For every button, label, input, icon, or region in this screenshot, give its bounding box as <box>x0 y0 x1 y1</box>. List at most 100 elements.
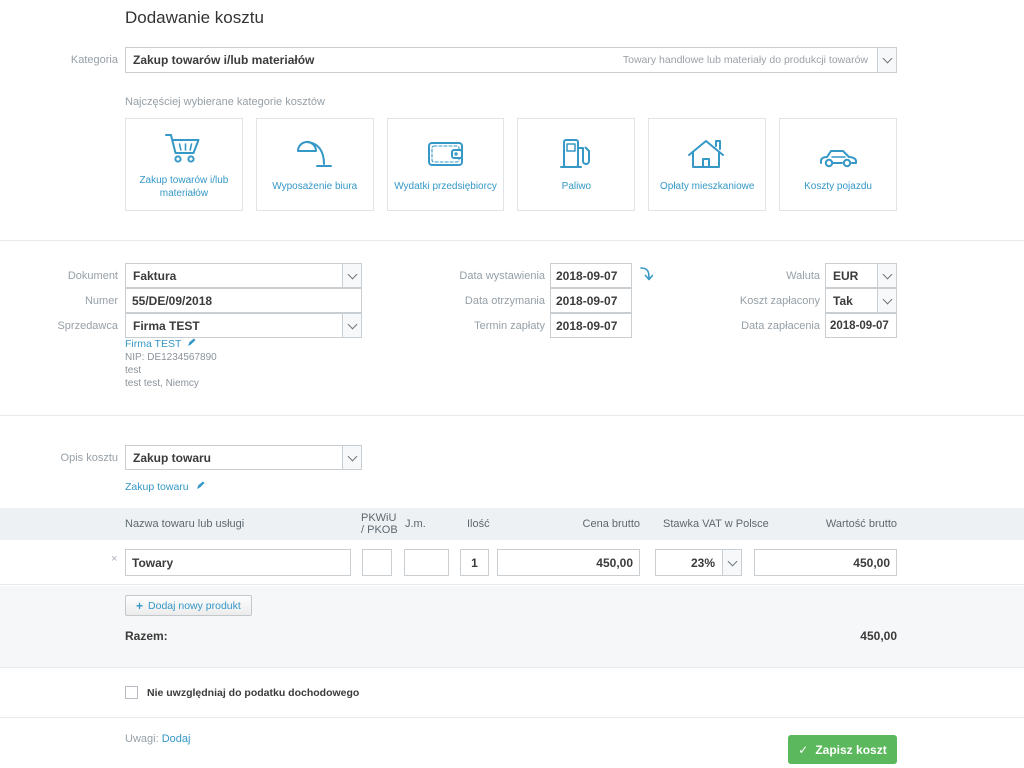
koszt-zaplacony-select-value: Tak <box>826 294 877 308</box>
add-cost-page: Dodawanie kosztu Kategoria Zakup towarów… <box>0 0 1024 768</box>
fuel-pump-icon <box>554 135 598 173</box>
opis-kosztu-select-value: Zakup towaru <box>126 451 342 465</box>
chevron-down-icon[interactable] <box>877 264 896 287</box>
dokument-label: Dokument <box>8 270 118 282</box>
edit-pencil-icon[interactable] <box>187 338 196 347</box>
category-card-label: Koszty pojazdu <box>804 180 872 194</box>
category-card-label: Wydatki przedsiębiorcy <box>394 180 497 194</box>
check-icon: ✓ <box>798 743 808 757</box>
opis-kosztu-label: Opis kosztu <box>8 452 118 464</box>
seller-nip: NIP: DE1234567890 <box>125 351 217 364</box>
chevron-down-icon[interactable] <box>877 289 896 312</box>
cart-icon <box>162 129 206 167</box>
divider <box>0 240 1024 241</box>
header-nazwa: Nazwa towaru lub usługi <box>125 518 244 530</box>
seller-name-link[interactable]: Firma TEST <box>125 338 181 350</box>
uwagi-dodaj-link[interactable]: Dodaj <box>162 733 191 745</box>
sprzedawca-select-value: Firma TEST <box>126 319 342 333</box>
add-product-button-label: Dodaj nowy produkt <box>148 600 241 612</box>
header-jm: J.m. <box>405 518 426 530</box>
data-otrzymania-input[interactable] <box>550 288 632 313</box>
razem-value: 450,00 <box>860 629 897 643</box>
header-cena-brutto: Cena brutto <box>583 518 640 530</box>
category-card-wydatki-przedsiebiorcy[interactable]: Wydatki przedsiębiorcy <box>387 118 505 211</box>
chevron-down-icon[interactable] <box>722 550 741 575</box>
divider <box>0 717 1024 718</box>
data-wystawienia-input[interactable] <box>550 263 632 288</box>
products-summary-band: + Dodaj nowy produkt Razem: 450,00 <box>0 586 1024 668</box>
category-card-label: Paliwo <box>562 180 591 194</box>
seller-address-line2: test test, Niemcy <box>125 377 217 390</box>
chevron-down-icon[interactable] <box>342 264 361 287</box>
product-cena-input[interactable] <box>497 549 640 576</box>
lamp-icon <box>293 135 337 173</box>
seller-address-line1: test <box>125 364 217 377</box>
edit-pencil-icon[interactable] <box>196 481 205 490</box>
copy-dates-icon[interactable] <box>639 266 653 288</box>
koszt-zaplacony-label: Koszt zapłacony <box>710 295 820 307</box>
product-vat-select[interactable]: 23% <box>655 549 742 576</box>
category-card-label: Zakup towarów i/lub materiałów <box>130 174 238 201</box>
header-pkwiu: PKWiU / PKOB <box>361 512 398 536</box>
save-cost-button-label: Zapisz koszt <box>815 743 886 757</box>
category-card-label: Wyposażenie biura <box>272 180 357 194</box>
save-cost-button[interactable]: ✓ Zapisz koszt <box>788 735 897 764</box>
chevron-down-icon[interactable] <box>877 48 896 72</box>
waluta-select-value: EUR <box>826 269 877 283</box>
category-card-paliwo[interactable]: Paliwo <box>517 118 635 211</box>
category-card-wyposazenie-biura[interactable]: Wyposażenie biura <box>256 118 374 211</box>
data-otrzymania-label: Data otrzymania <box>435 295 545 307</box>
header-wartosc-brutto: Wartość brutto <box>826 518 897 530</box>
opis-kosztu-link[interactable]: Zakup towaru <box>125 481 189 493</box>
product-jm-input[interactable] <box>404 549 449 576</box>
product-pkwiu-input[interactable] <box>362 549 392 576</box>
waluta-select[interactable]: EUR <box>825 263 897 288</box>
wallet-icon <box>424 135 468 173</box>
dokument-select[interactable]: Faktura <box>125 263 362 288</box>
remove-row-icon[interactable]: × <box>111 553 117 565</box>
quick-categories-label: Najczęściej wybierane kategorie kosztów <box>125 96 325 108</box>
termin-zaplaty-input[interactable] <box>550 313 632 338</box>
category-card-zakup-towarow[interactable]: Zakup towarów i/lub materiałów <box>125 118 243 211</box>
products-table-header: Nazwa towaru lub usługi PKWiU / PKOB J.m… <box>0 508 1024 540</box>
chevron-down-icon[interactable] <box>342 446 361 469</box>
house-icon <box>685 135 729 173</box>
product-ilosc-input[interactable] <box>460 549 489 576</box>
chevron-down-icon[interactable] <box>342 314 361 337</box>
razem-label: Razem: <box>125 629 168 643</box>
data-zaplacenia-label: Data zapłacenia <box>710 320 820 332</box>
product-row: × 23% <box>0 540 1024 585</box>
header-ilosc: Ilość <box>467 518 490 530</box>
sprzedawca-label: Sprzedawca <box>8 320 118 332</box>
koszt-zaplacony-select[interactable]: Tak <box>825 288 897 313</box>
income-tax-checkbox-label: Nie uwzględniaj do podatku dochodowego <box>147 687 359 699</box>
dokument-select-value: Faktura <box>126 269 342 283</box>
product-name-input[interactable] <box>125 549 351 576</box>
termin-zaplaty-label: Termin zapłaty <box>435 320 545 332</box>
category-card-oplaty-mieszkaniowe[interactable]: Opłaty mieszkaniowe <box>648 118 766 211</box>
product-wartosc-input[interactable] <box>754 549 897 576</box>
car-icon <box>816 135 860 173</box>
opis-kosztu-select[interactable]: Zakup towaru <box>125 445 362 470</box>
data-zaplacenia-input[interactable] <box>825 313 897 338</box>
sprzedawca-select[interactable]: Firma TEST <box>125 313 362 338</box>
category-select[interactable]: Zakup towarów i/lub materiałów Towary ha… <box>125 47 897 73</box>
page-title: Dodawanie kosztu <box>125 8 264 28</box>
income-tax-checkbox[interactable] <box>125 686 138 699</box>
category-select-value: Zakup towarów i/lub materiałów <box>126 53 623 67</box>
product-vat-value: 23% <box>656 556 722 570</box>
uwagi-label: Uwagi: <box>125 733 159 745</box>
plus-icon: + <box>136 599 143 613</box>
numer-input[interactable] <box>125 288 362 313</box>
category-label: Kategoria <box>8 54 118 66</box>
divider <box>0 415 1024 416</box>
header-stawka-vat: Stawka VAT w Polsce <box>663 518 769 530</box>
seller-details: Firma TEST NIP: DE1234567890 test test t… <box>125 338 217 390</box>
quick-categories: Zakup towarów i/lub materiałów Wyposażen… <box>125 118 897 211</box>
category-select-hint: Towary handlowe lub materiały do produkc… <box>623 54 877 66</box>
waluta-label: Waluta <box>710 270 820 282</box>
numer-label: Numer <box>8 295 118 307</box>
category-card-koszty-pojazdu[interactable]: Koszty pojazdu <box>779 118 897 211</box>
category-card-label: Opłaty mieszkaniowe <box>660 180 754 194</box>
add-product-button[interactable]: + Dodaj nowy produkt <box>125 595 252 616</box>
